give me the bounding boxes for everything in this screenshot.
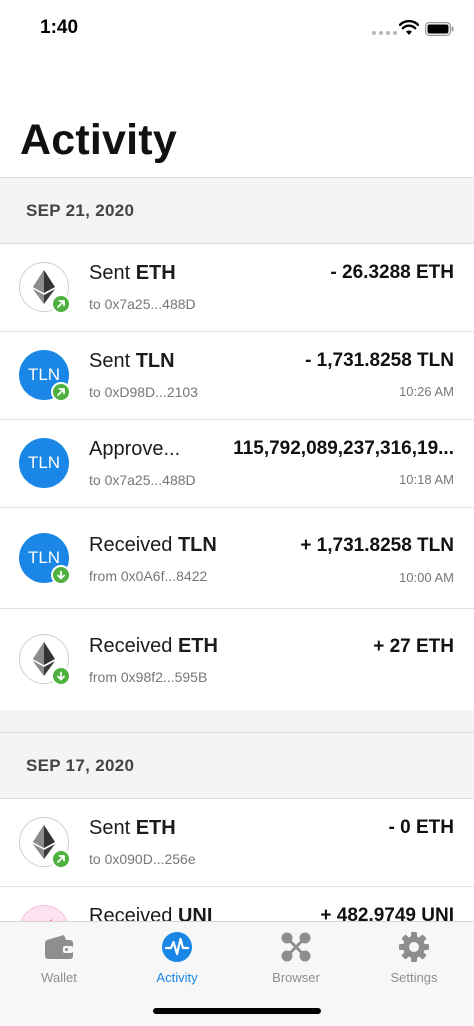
transaction-row[interactable]: Received ETH from 0x98f2...595B + 27 ETH — [0, 609, 474, 710]
transaction-row[interactable]: TLN Received TLN from 0x0A6f...8422 + 1,… — [0, 508, 474, 609]
transaction-address: to 0x7a25...488D — [89, 472, 196, 488]
transaction-time: 10:26 AM — [399, 384, 454, 399]
tln-token-avatar: TLN — [19, 533, 71, 585]
section-header-date: SEP 17, 2020 — [0, 732, 474, 799]
tab-wallet[interactable]: Wallet — [0, 930, 118, 990]
sent-arrow-icon — [51, 382, 71, 402]
battery-icon — [425, 22, 454, 36]
transaction-time: 10:18 AM — [399, 472, 454, 487]
eth-token-avatar — [19, 634, 71, 686]
section-divider — [0, 710, 474, 732]
received-arrow-icon — [51, 565, 71, 585]
transaction-title: Received ETH — [89, 635, 218, 657]
sent-arrow-icon — [51, 849, 71, 869]
transaction-row[interactable]: Received UNI + 482.9749 UNI — [0, 887, 474, 921]
eth-token-avatar — [19, 262, 71, 314]
transaction-address: to 0x090D...256e — [89, 851, 196, 867]
transaction-row[interactable]: TLN Sent TLN to 0xD98D...2103 - 1,731.82… — [0, 332, 474, 420]
transaction-title: Sent TLN — [89, 350, 175, 372]
eth-token-avatar — [19, 817, 71, 869]
status-bar: 1:40 — [0, 0, 474, 58]
tab-label: Browser — [272, 970, 320, 985]
tab-browser[interactable]: Browser — [237, 930, 355, 990]
activity-icon — [162, 932, 192, 962]
tab-activity[interactable]: Activity — [118, 930, 236, 990]
wallet-icon — [45, 935, 73, 959]
status-time: 1:40 — [40, 17, 79, 38]
tab-label: Activity — [156, 970, 198, 985]
tln-token-avatar: TLN — [19, 350, 71, 402]
transaction-title: Sent ETH — [89, 817, 176, 839]
transaction-title: Received UNI — [89, 905, 213, 921]
home-indicator — [153, 1008, 321, 1014]
tab-settings[interactable]: Settings — [355, 930, 473, 990]
transaction-title: Sent ETH — [89, 262, 176, 284]
browser-icon — [281, 932, 311, 962]
transaction-amount: 115,792,089,237,316,19... — [233, 438, 454, 459]
transaction-address: from 0x0A6f...8422 — [89, 568, 208, 584]
transaction-time: 10:00 AM — [399, 570, 454, 585]
tab-label: Settings — [390, 970, 438, 985]
transaction-title: Approve... — [89, 438, 181, 460]
transaction-row[interactable]: TLN Approve... to 0x7a25...488D 115,792,… — [0, 420, 474, 508]
transaction-amount: - 26.3288 ETH — [330, 262, 454, 283]
uni-token-avatar — [19, 905, 71, 921]
transaction-address: from 0x98f2...595B — [89, 669, 208, 685]
page-title: Activity — [20, 116, 177, 164]
transaction-title: Received TLN — [89, 534, 217, 556]
tln-token-avatar: TLN — [19, 438, 71, 490]
gear-icon — [399, 932, 429, 962]
transaction-amount: + 482.9749 UNI — [320, 905, 454, 921]
tab-label: Wallet — [41, 970, 77, 985]
transaction-amount: - 1,731.8258 TLN — [305, 350, 454, 371]
activity-list[interactable]: SEP 21, 2020 Sent ETH to 0x7a25...488D -… — [0, 177, 474, 921]
received-arrow-icon — [51, 666, 71, 686]
transaction-amount: + 27 ETH — [373, 636, 454, 657]
wifi-icon — [399, 20, 419, 35]
transaction-amount: - 0 ETH — [388, 817, 454, 838]
transaction-address: to 0x7a25...488D — [89, 296, 196, 312]
transaction-row[interactable]: Sent ETH to 0x7a25...488D - 26.3288 ETH — [0, 244, 474, 332]
section-header-date: SEP 21, 2020 — [0, 177, 474, 244]
transaction-row[interactable]: Sent ETH to 0x090D...256e - 0 ETH — [0, 799, 474, 887]
cellular-signal-icon — [372, 31, 397, 35]
transaction-amount: + 1,731.8258 TLN — [300, 535, 454, 556]
transaction-address: to 0xD98D...2103 — [89, 384, 198, 400]
sent-arrow-icon — [51, 294, 71, 314]
